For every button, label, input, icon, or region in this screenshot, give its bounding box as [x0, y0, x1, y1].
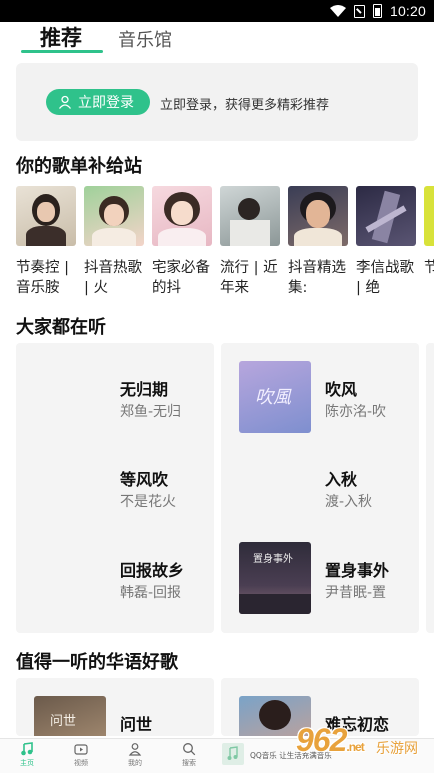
nav-home[interactable]: 主页: [7, 742, 47, 768]
song-artist: 韩磊-回报: [120, 585, 182, 601]
playlist-cover: [16, 186, 76, 246]
playlist-title: 抖音热歌 | 火: [84, 260, 142, 296]
song-title: 等风吹: [120, 470, 169, 489]
clock: 10:20: [389, 3, 426, 19]
song-cover-text: 吹風: [255, 387, 291, 408]
playlist-row: 节奏控 | 音乐胺 抖音热歌 | 火 宅家必备的抖 流行 | 近年来 抖音精选集…: [16, 186, 434, 298]
top-tabs: 推荐 音乐馆: [0, 22, 434, 56]
login-card: 立即登录 立即登录，获得更多精彩推荐: [16, 63, 418, 141]
person-icon: [58, 95, 72, 109]
song-title: 无归期: [120, 380, 169, 399]
playlist-item[interactable]: 流行 | 近年来: [220, 186, 280, 298]
battery-icon: [372, 4, 382, 18]
listen-section-title: 大家都在听: [16, 317, 106, 338]
song-item[interactable]: 回报故乡 韩磊-回报: [16, 542, 214, 614]
listen-card-next: [426, 343, 434, 633]
nav-search[interactable]: 搜索: [169, 742, 209, 768]
playlist-item[interactable]: 李信战歌 | 绝: [356, 186, 416, 298]
person-icon: [128, 743, 142, 756]
playlist-item[interactable]: 节对: [424, 186, 434, 298]
song-artist: 不是花火: [120, 494, 176, 510]
song-item[interactable]: 置身事外 置身事外 尹昔眠-置: [221, 542, 419, 614]
music-note-icon: [21, 742, 33, 756]
listen-card-right: 吹風 吹风 陈亦洺-吹 入秋 渡-入秋 置身事外 置身事外 尹昔眠-置: [221, 343, 419, 633]
song-cover: 置身事外: [239, 542, 311, 614]
playlist-cover: [84, 186, 144, 246]
watermark-text: 乐游网: [376, 741, 418, 757]
playlist-title: 流行 | 近年来: [220, 260, 278, 296]
huayu-card-left: 问世 问世: [16, 678, 214, 736]
song-item[interactable]: 等风吹 不是花火: [16, 451, 214, 523]
song-item[interactable]: 吹風 吹风 陈亦洺-吹: [221, 361, 419, 433]
nav-label: 搜索: [182, 759, 196, 767]
search-icon: [183, 743, 196, 756]
watermark: 962.net 乐游网: [296, 722, 434, 762]
song-artist: 尹昔眠-置: [325, 585, 387, 601]
playlist-cover: [356, 186, 416, 246]
listen-card-left: 无归期 郑鱼-无归 等风吹 不是花火 回报故乡 韩磊-回报: [16, 343, 214, 633]
song-cover: 问世: [34, 696, 106, 736]
song-artist: 陈亦洺-吹: [325, 404, 387, 420]
playlist-title: 节对: [424, 260, 434, 276]
sim-icon: [353, 4, 365, 18]
login-button-label: 立即登录: [78, 95, 134, 111]
listen-section: 无归期 郑鱼-无归 等风吹 不是花火 回报故乡 韩磊-回报 吹風 吹风 陈亦洺-…: [16, 343, 434, 633]
song-item[interactable]: 入秋 渡-入秋: [221, 451, 419, 523]
playlist-title: 抖音精选集:: [288, 260, 346, 296]
song-title: 回报故乡: [120, 561, 185, 580]
login-hint: 立即登录，获得更多精彩推荐: [160, 98, 330, 113]
song-title: 入秋: [325, 470, 358, 489]
song-artist: 渡-入秋: [325, 494, 373, 510]
song-cover: 吹風: [239, 361, 311, 433]
playlist-cover: [220, 186, 280, 246]
nav-label: 我的: [128, 759, 142, 767]
song-cover-text: 置身事外: [253, 554, 293, 565]
tab-recommend[interactable]: 推荐: [40, 22, 82, 52]
huayu-section-title: 值得一听的华语好歌: [16, 652, 178, 673]
playlist-item[interactable]: 宅家必备的抖: [152, 186, 212, 298]
playlist-cover: [424, 186, 434, 246]
playlist-title: 宅家必备的抖: [152, 260, 210, 296]
song-item[interactable]: 无归期 郑鱼-无归: [16, 361, 214, 433]
playlist-item[interactable]: 抖音热歌 | 火: [84, 186, 144, 298]
nav-profile[interactable]: 我的: [115, 742, 155, 768]
playlist-item[interactable]: 抖音精选集:: [288, 186, 348, 298]
song-title: 问世: [120, 715, 153, 734]
tab-indicator: [21, 50, 103, 53]
music-note-icon: [227, 746, 238, 760]
song-cover-text: 问世: [50, 714, 77, 729]
song-item[interactable]: 问世 问世: [16, 696, 214, 736]
playlist-section-title: 你的歌单补给站: [16, 156, 142, 177]
song-artist: 郑鱼-无归: [120, 404, 182, 420]
nav-label: 视频: [74, 759, 88, 767]
playlist-title: 李信战歌 | 绝: [356, 260, 414, 296]
tab-music-hall[interactable]: 音乐馆: [118, 26, 172, 52]
watermark-logo: 962.net: [296, 722, 365, 758]
playlist-item[interactable]: 节奏控 | 音乐胺: [16, 186, 76, 298]
wifi-icon: [329, 5, 346, 17]
song-title: 吹风: [325, 380, 358, 399]
login-button[interactable]: 立即登录: [46, 89, 150, 115]
video-icon: [74, 744, 88, 755]
song-title: 置身事外: [325, 561, 390, 580]
playlist-cover: [152, 186, 212, 246]
status-bar: 10:20: [0, 0, 434, 22]
playlist-cover: [288, 186, 348, 246]
mini-player-thumb: [222, 743, 244, 765]
nav-label: 主页: [20, 759, 34, 767]
playlist-title: 节奏控 | 音乐胺: [16, 260, 69, 296]
nav-video[interactable]: 视频: [61, 742, 101, 768]
